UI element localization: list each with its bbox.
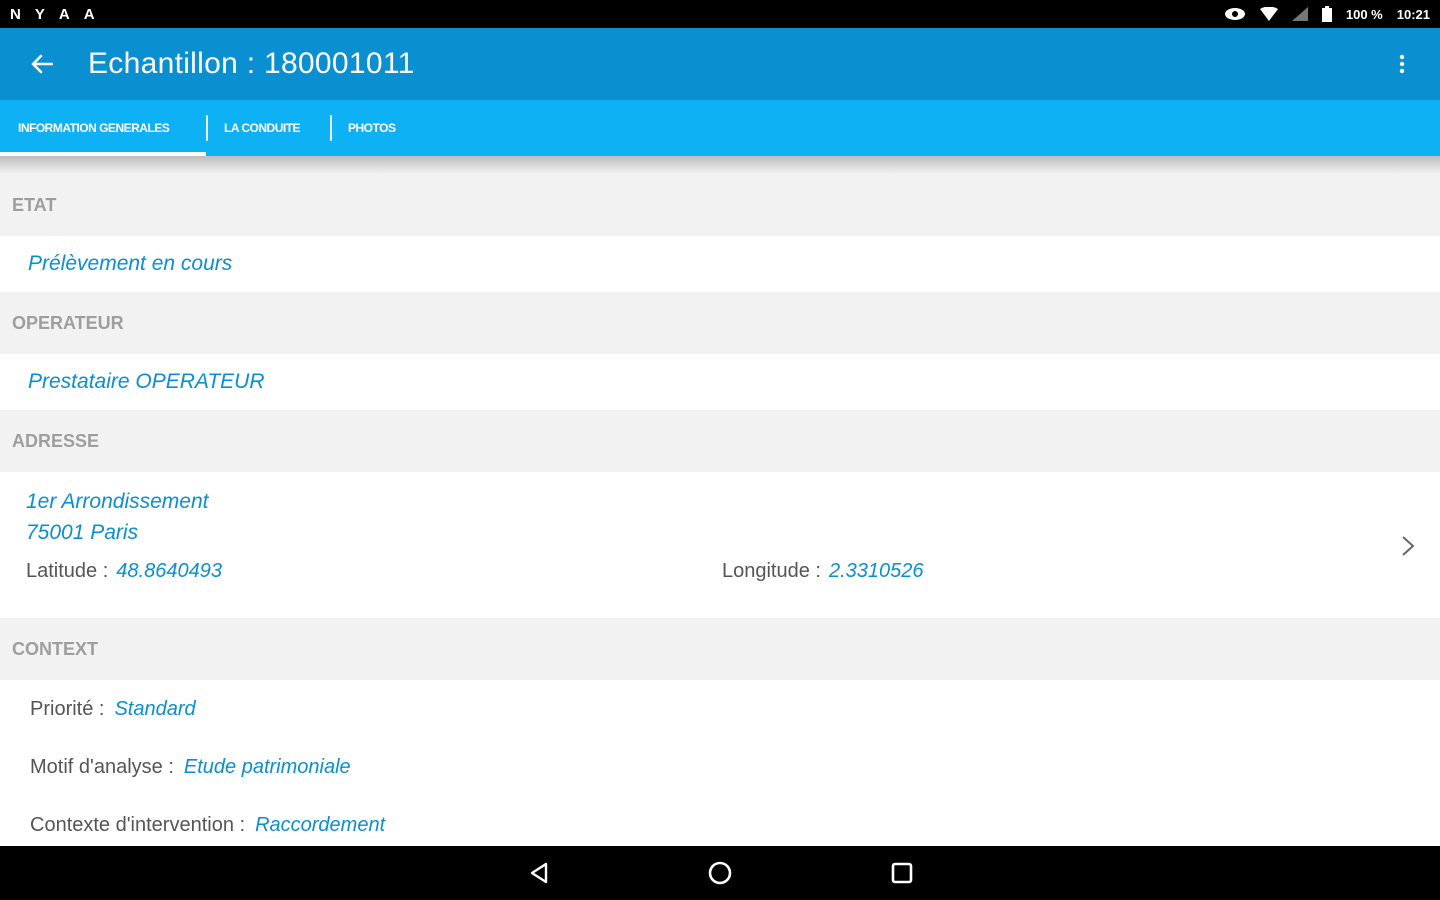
overflow-menu-button[interactable] xyxy=(1384,46,1420,82)
contexte-value: Raccordement xyxy=(255,813,386,836)
tab-information-generales[interactable]: Information generales xyxy=(0,100,206,156)
section-header-operateur: OPERATEUR xyxy=(0,292,1440,354)
wifi-icon xyxy=(1259,7,1278,21)
eye-icon xyxy=(1224,8,1245,20)
detail-content[interactable]: ETAT Prélèvement en cours OPERATEUR Pres… xyxy=(0,174,1440,846)
address-line-1: 1er Arrondissement xyxy=(26,490,209,513)
nav-recents-button[interactable] xyxy=(887,858,917,888)
circle-home-icon xyxy=(708,861,732,885)
latitude-value: 48.8640493 xyxy=(116,560,222,582)
back-button[interactable] xyxy=(22,44,62,84)
motif-value: Etude patrimoniale xyxy=(183,755,351,778)
motif-label: Motif d'analyse : xyxy=(30,755,174,778)
section-header-etat: ETAT xyxy=(0,174,1440,236)
more-vert-icon xyxy=(1399,54,1405,74)
address-item[interactable]: 1er Arrondissement 75001 Paris Latitude … xyxy=(0,472,1440,618)
battery-icon xyxy=(1321,6,1332,22)
usb-icon: Y xyxy=(34,5,45,23)
nav-home-button[interactable] xyxy=(705,858,735,888)
battery-level: 100 % xyxy=(1345,6,1383,22)
section-header-adresse: ADRESSE xyxy=(0,410,1440,472)
section-header-context: CONTEXT xyxy=(0,618,1440,680)
status-icons-left: N Y A A xyxy=(10,7,95,22)
longitude-value: 2.3310526 xyxy=(828,560,924,582)
clock: 10:21 xyxy=(1396,6,1430,22)
address-line-2: 75001 Paris xyxy=(26,521,139,544)
warning-icon: A xyxy=(83,5,95,23)
warning-icon: A xyxy=(58,5,70,23)
longitude-label: Longitude : xyxy=(722,560,821,582)
longitude: Longitude : 2.3310526 xyxy=(722,560,924,583)
signal-icon xyxy=(1291,7,1308,21)
context-row-motif: Motif d'analyse : Etude patrimoniale xyxy=(0,738,1440,796)
priorite-label: Priorité : xyxy=(30,697,105,720)
etat-value: Prélèvement en cours xyxy=(28,252,233,275)
system-nav-bar xyxy=(0,846,1440,900)
square-recents-icon xyxy=(891,862,913,884)
arrow-left-icon xyxy=(31,54,53,74)
status-bar: N Y A A 100 % 10:21 xyxy=(0,0,1440,28)
tab-bar: Information generales La conduite Photos xyxy=(0,100,1440,156)
context-row-priorite: Priorité : Standard xyxy=(0,680,1440,738)
priorite-value: Standard xyxy=(114,697,196,720)
context-row-contexte: Contexte d'intervention : Raccordement xyxy=(0,796,1440,846)
tab-la-conduite[interactable]: La conduite xyxy=(208,100,330,156)
nfc-icon: N xyxy=(10,5,21,23)
latitude-label: Latitude : xyxy=(26,560,109,582)
latitude: Latitude : 48.8640493 xyxy=(26,560,222,583)
chevron-right-icon[interactable] xyxy=(1398,534,1418,558)
operateur-value: Prestataire OPERATEUR xyxy=(28,370,265,393)
tab-shadow xyxy=(0,156,1440,174)
status-icons-right: 100 % 10:21 xyxy=(1224,6,1430,22)
page-title: Echantillon : 180001011 xyxy=(88,47,415,80)
contexte-label: Contexte d'intervention : xyxy=(30,813,246,836)
tab-photos[interactable]: Photos xyxy=(332,100,432,156)
nav-back-button[interactable] xyxy=(524,858,554,888)
triangle-back-icon xyxy=(530,862,548,884)
app-bar: Echantillon : 180001011 xyxy=(0,28,1440,100)
